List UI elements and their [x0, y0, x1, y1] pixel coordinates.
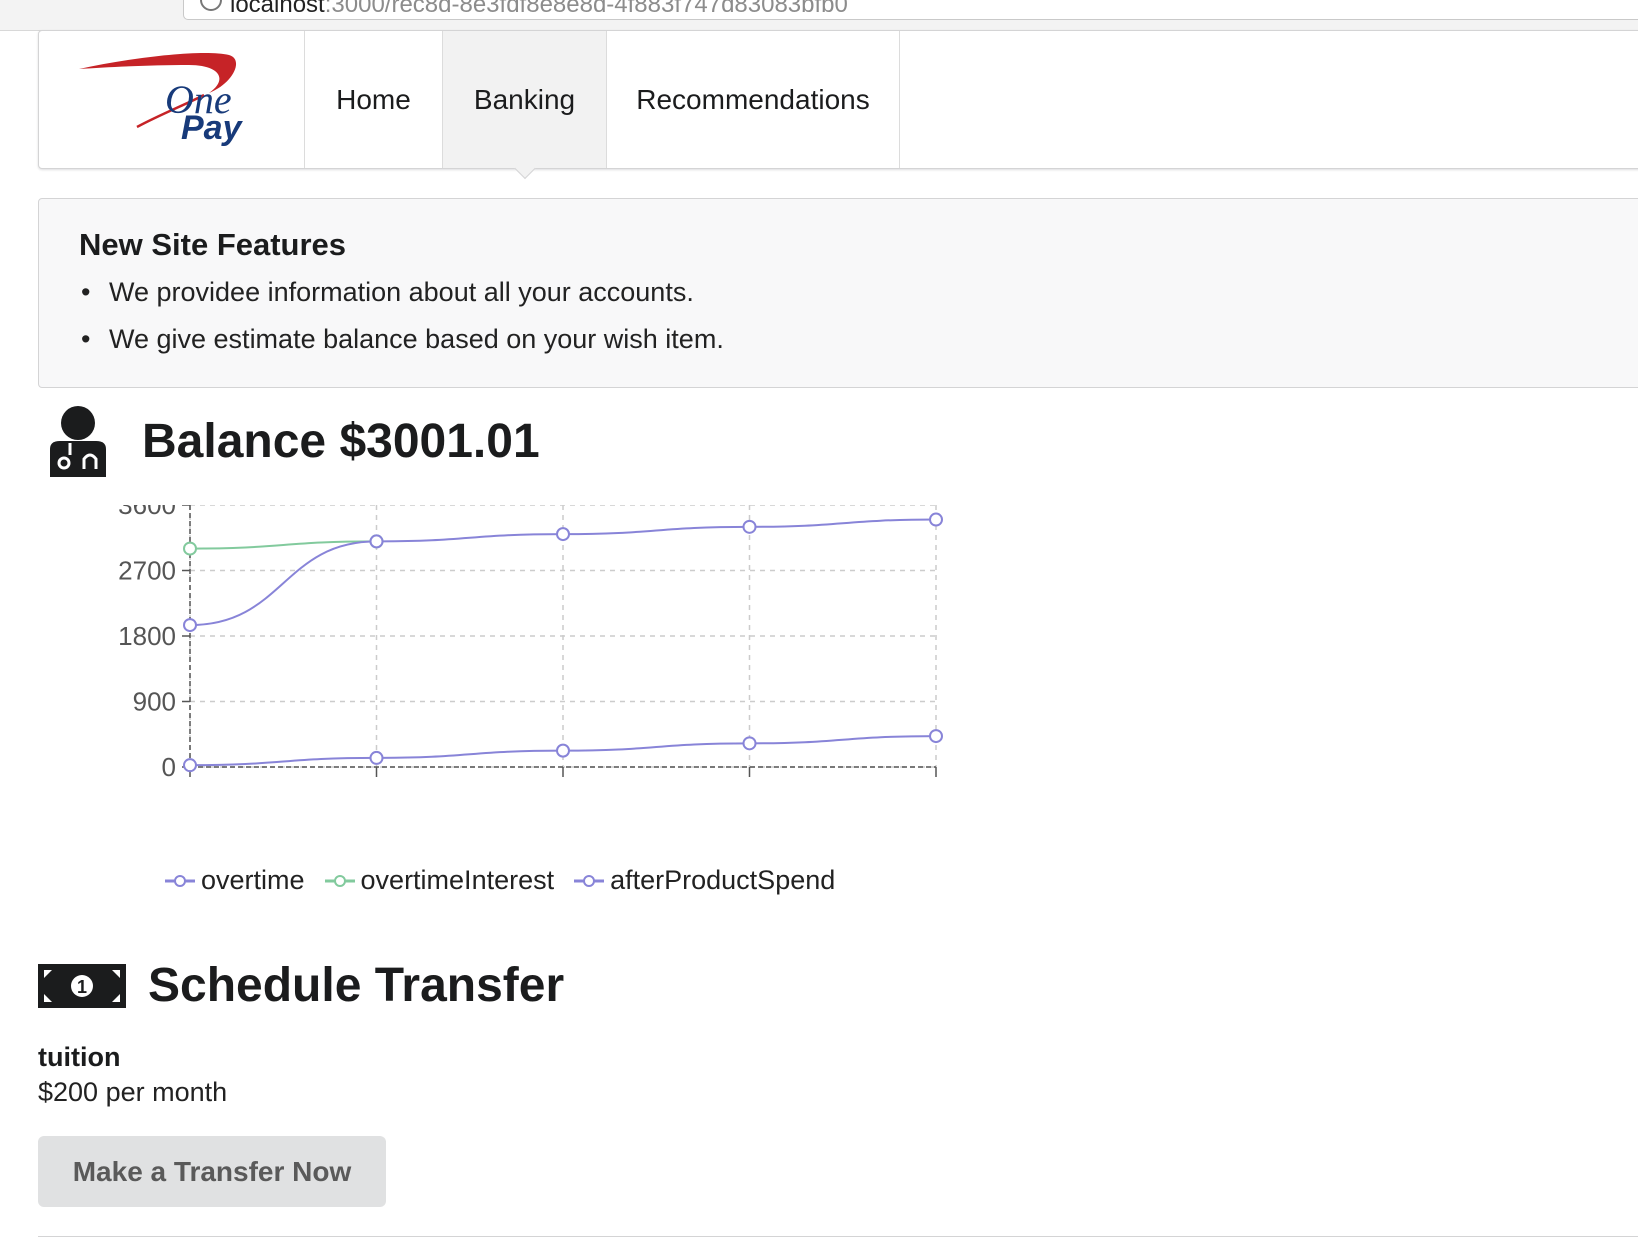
data-point-overtime — [183, 758, 197, 773]
data-point-afterProductSpend — [742, 519, 757, 534]
transfer-amount: $200 per month — [38, 1077, 228, 1107]
chart-legend: overtime overtimeInterest afterProductSp… — [165, 865, 855, 896]
data-point-overtime — [742, 736, 757, 751]
data-point-afterProductSpend — [369, 534, 384, 549]
top-menu: One Pay Home Banking Recommendations — [38, 30, 1638, 180]
nav-banking[interactable]: Banking — [443, 31, 607, 180]
transfer-name: tuition — [38, 1042, 121, 1072]
make-transfer-button[interactable]: Make a Transfer Now — [38, 1136, 386, 1207]
onepay-logo-graphic: One Pay — [79, 52, 244, 147]
balance-chart-svg: 0 900 1800 2700 3600 — [118, 505, 943, 782]
feature-item: • We give estimate balance based on your … — [81, 324, 724, 354]
schedule-transfer-title: Schedule Transfer — [148, 959, 565, 1012]
features-list: • We providee information about all your … — [79, 277, 1617, 355]
legend-item-after-product-spend[interactable]: afterProductSpend — [574, 865, 835, 896]
legend-item-overtime-interest[interactable]: overtimeInterest — [324, 865, 554, 896]
address-bar[interactable]: localhost:3000/rec8d-8e3fdf8e8e8d-4f883f… — [183, 0, 1638, 20]
user-doctor-icon — [50, 406, 106, 477]
transfer-item: tuition $200 per month — [38, 1042, 227, 1108]
money-bill-icon: 1 — [38, 963, 126, 1008]
nav-recommendations-label: Recommendations — [636, 83, 870, 115]
address-text: localhost:3000/rec8d-8e3fdf8e8e8d-4f883f… — [230, 0, 848, 18]
data-point-afterProductSpend — [183, 618, 197, 633]
data-point-overtime — [929, 729, 943, 744]
data-point-overtimeInterest — [183, 541, 197, 556]
site-features-message: New Site Features • We providee informati… — [38, 198, 1638, 388]
onepay-logo[interactable]: One Pay — [39, 31, 305, 168]
nav-home-label: Home — [336, 83, 411, 115]
balance-title: Balance $3001.01 — [142, 414, 540, 468]
divider — [38, 1236, 1638, 1237]
data-point-afterProductSpend — [929, 512, 943, 527]
data-point-overtime — [556, 743, 570, 758]
data-point-afterProductSpend — [556, 527, 570, 542]
nav-home[interactable]: Home — [305, 31, 443, 168]
balance-header: Balance $3001.01 — [46, 405, 540, 477]
y-tick-label: 3600 — [118, 505, 176, 520]
svg-text:Pay: Pay — [181, 109, 244, 147]
feature-item: • We providee information about all your … — [81, 277, 694, 307]
browser-toolbar: localhost:3000/rec8d-8e3fdf8e8e8d-4f883f… — [0, 0, 1638, 31]
svg-text:1: 1 — [77, 977, 87, 997]
info-icon[interactable] — [200, 0, 222, 11]
active-pointer — [513, 157, 536, 180]
legend-item-overtime[interactable]: overtime — [165, 865, 305, 896]
schedule-transfer-header: 1 Schedule Transfer — [38, 958, 564, 1013]
nav-recommendations[interactable]: Recommendations — [607, 31, 900, 168]
balance-chart: 0 900 1800 2700 3600 — [100, 505, 1000, 905]
nav-banking-label: Banking — [473, 83, 576, 115]
data-point-overtime — [369, 750, 384, 765]
message-header: New Site Features — [79, 227, 347, 262]
y-tick-label: 0 — [162, 752, 176, 782]
y-tick-label: 1800 — [118, 621, 176, 651]
y-tick-label: 900 — [133, 687, 176, 717]
y-tick-label: 2700 — [118, 556, 176, 586]
